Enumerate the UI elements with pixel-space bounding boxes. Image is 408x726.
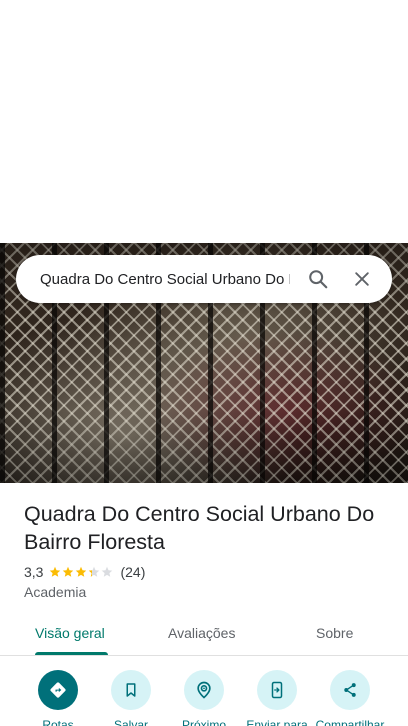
directions-button[interactable]: Rotas [21, 670, 95, 726]
send-to-phone-label: Enviar para [246, 718, 308, 726]
star-icon [50, 566, 61, 577]
clear-search-button[interactable] [340, 257, 384, 301]
rating-row[interactable]: 3,3 (24) [24, 563, 145, 581]
tab-reviews[interactable]: Avaliações [168, 610, 235, 656]
star-icon [102, 566, 113, 577]
share-button[interactable]: Compartilhar [313, 670, 387, 726]
action-bar: Rotas Salvar Próximo Enviar para Compart… [0, 670, 408, 726]
share-icon [344, 683, 356, 697]
directions-icon [50, 682, 66, 698]
search-button[interactable] [296, 257, 340, 301]
search-query-text[interactable]: Quadra Do Centro Social Urbano Do Bairro… [40, 271, 290, 288]
star-icon [89, 566, 100, 577]
star-rating [49, 566, 114, 578]
star-icon [63, 566, 74, 577]
bookmark-icon [126, 683, 136, 697]
tab-overview[interactable]: Visão geral [35, 610, 105, 656]
map-area[interactable] [0, 0, 408, 243]
active-tab-indicator [35, 652, 108, 655]
save-button-circle [111, 670, 151, 710]
nearby-button[interactable]: Próximo [167, 670, 241, 726]
send-to-phone-button[interactable]: Enviar para [240, 670, 314, 726]
nearby-icon [197, 681, 211, 699]
save-button[interactable]: Salvar [94, 670, 168, 726]
nearby-label: Próximo [181, 718, 226, 726]
close-icon [355, 272, 369, 286]
search-icon [309, 270, 328, 289]
send-to-phone-button-circle [257, 670, 297, 710]
directions-label: Rotas [42, 718, 74, 726]
review-count[interactable]: (24) [120, 564, 145, 580]
tab-bar: Visão geral Avaliações Sobre [0, 610, 408, 656]
place-title: Quadra Do Centro Social Urbano Do Bairro… [24, 502, 375, 554]
directions-button-circle [38, 670, 78, 710]
share-button-circle [330, 670, 370, 710]
rating-value: 3,3 [24, 564, 44, 580]
star-icon [76, 566, 87, 577]
search-bar[interactable]: Quadra Do Centro Social Urbano Do Bairro… [16, 255, 392, 303]
nearby-button-circle [184, 670, 224, 710]
save-label: Salvar [113, 718, 148, 726]
tab-about[interactable]: Sobre [316, 610, 353, 656]
place-category[interactable]: Academia [24, 584, 86, 600]
share-label: Compartilhar [315, 718, 385, 726]
send-to-phone-icon [271, 681, 283, 699]
